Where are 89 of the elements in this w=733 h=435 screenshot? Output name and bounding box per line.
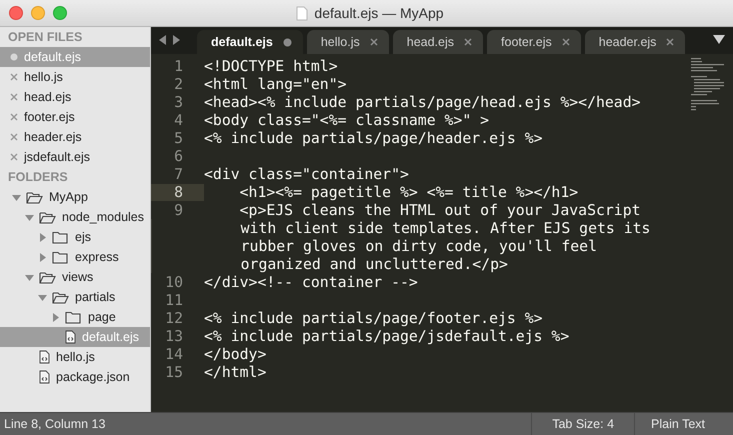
open-folder-icon: [39, 210, 56, 224]
open-folder-icon: [39, 270, 56, 284]
line-number: 3: [173, 94, 184, 110]
folder-icon: [65, 310, 82, 324]
tab[interactable]: header.ejs: [584, 30, 686, 54]
close-button[interactable]: [9, 6, 23, 20]
tree-item[interactable]: ejs: [0, 227, 150, 247]
code-line: <head><% include partials/page/head.ejs %></head>: [204, 94, 641, 110]
code-line: </div><!-- container -->: [204, 274, 418, 290]
code-line: <body class="<%= classname %>" >: [204, 112, 490, 128]
line-number: 13: [164, 328, 184, 344]
open-file-item[interactable]: hello.js: [0, 67, 150, 87]
line-number: 8: [151, 184, 204, 200]
code-line: </body>: [204, 346, 266, 362]
close-icon[interactable]: [10, 93, 18, 101]
close-icon[interactable]: [370, 38, 378, 46]
caret-right-icon[interactable]: [38, 252, 47, 262]
line-number: 15: [164, 364, 184, 380]
code-line: organized and uncluttered.</p>: [240, 256, 508, 272]
tree-item[interactable]: views: [0, 267, 150, 287]
window-title: default.ejs — MyApp: [314, 5, 444, 21]
code-line: <html lang="en">: [204, 76, 347, 92]
code-line: with client side templates. After EJS gets its: [240, 220, 650, 236]
open-file-item[interactable]: jsdefault.ejs: [0, 147, 150, 167]
code-line: <div class="container">: [204, 166, 409, 182]
caret-down-icon[interactable]: [25, 212, 34, 222]
file-icon: [39, 370, 50, 384]
close-icon[interactable]: [10, 153, 18, 161]
open-file-item[interactable]: footer.ejs: [0, 107, 150, 127]
close-icon[interactable]: [10, 73, 18, 81]
tree-item[interactable]: page: [0, 307, 150, 327]
line-number: 14: [164, 346, 184, 362]
dropdown-arrow-icon[interactable]: [713, 35, 725, 44]
line-number: 11: [164, 292, 184, 308]
tree-item[interactable]: partials: [0, 287, 150, 307]
code-line: <% include partials/page/header.ejs %>: [204, 130, 543, 146]
code-line: <!DOCTYPE html>: [204, 58, 338, 74]
tree-item[interactable]: express: [0, 247, 150, 267]
line-number: 7: [173, 166, 184, 182]
close-icon[interactable]: [562, 38, 570, 46]
tab[interactable]: hello.js: [306, 30, 389, 54]
tab[interactable]: default.ejs: [197, 30, 303, 54]
file-icon: [39, 350, 50, 364]
caret-right-icon[interactable]: [51, 312, 60, 322]
syntax-selector[interactable]: Plain Text: [634, 413, 733, 435]
code-line: <% include partials/page/jsdefault.ejs %>: [204, 328, 570, 344]
section-heading: OPEN FILES: [7, 29, 84, 46]
line-number: 6: [173, 148, 184, 164]
code-line: rubber gloves on dirty code, you'll feel: [240, 238, 597, 254]
folder-icon: [52, 230, 69, 244]
caret-down-icon[interactable]: [38, 292, 47, 302]
back-arrow-icon[interactable]: [159, 35, 167, 45]
caret-right-icon[interactable]: [38, 232, 47, 242]
close-icon[interactable]: [464, 38, 472, 46]
tab[interactable]: footer.ejs: [487, 30, 581, 54]
document-icon: [296, 6, 308, 20]
line-number: 4: [173, 112, 184, 128]
zoom-button[interactable]: [53, 6, 67, 20]
close-icon[interactable]: [10, 113, 18, 121]
line-number: 12: [164, 310, 184, 326]
code-line: <h1><%= pagetitle %> <%= title %></h1>: [238, 184, 578, 200]
tree-item[interactable]: MyApp: [0, 187, 150, 207]
line-number: 9: [173, 202, 184, 218]
open-file-item[interactable]: header.ejs: [0, 127, 150, 147]
open-file-item[interactable]: head.ejs: [0, 87, 150, 107]
file-icon: [65, 330, 76, 344]
folder-icon: [52, 250, 69, 264]
cursor-position: Line 8, Column 13: [3, 417, 106, 431]
tab[interactable]: head.ejs: [392, 30, 484, 54]
tab-size-selector[interactable]: Tab Size: 4: [531, 413, 634, 435]
tree-item[interactable]: node_modules: [0, 207, 150, 227]
tree-item[interactable]: package.json: [0, 367, 150, 387]
open-folder-icon: [52, 290, 69, 304]
code-line: </html>: [204, 364, 266, 380]
section-heading: FOLDERS: [7, 169, 69, 186]
line-number: 10: [164, 274, 184, 290]
code-line: <p>EJS cleans the HTML out of your JavaScript: [238, 202, 641, 218]
line-number: 1: [173, 58, 184, 74]
forward-arrow-icon[interactable]: [172, 35, 180, 45]
tree-item[interactable]: hello.js: [0, 347, 150, 367]
open-folder-icon: [26, 190, 43, 204]
line-number: 5: [173, 130, 184, 146]
close-icon[interactable]: [10, 133, 18, 141]
code-line: <% include partials/page/footer.ejs %>: [204, 310, 543, 326]
caret-down-icon[interactable]: [12, 192, 21, 202]
caret-down-icon[interactable]: [25, 272, 34, 282]
close-icon[interactable]: [666, 38, 674, 46]
minimize-button[interactable]: [31, 6, 45, 20]
line-number: 2: [173, 76, 184, 92]
